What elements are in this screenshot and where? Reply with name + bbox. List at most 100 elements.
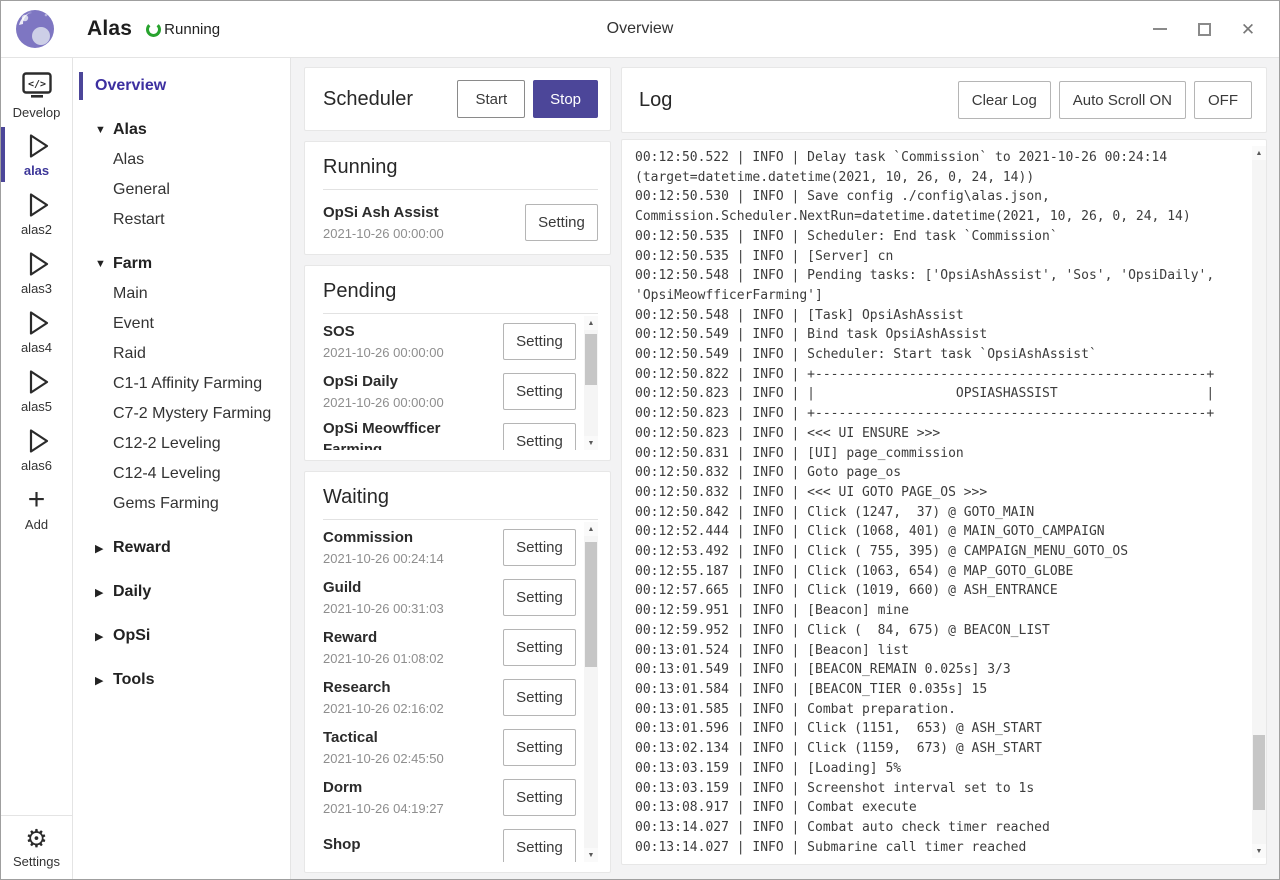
running-spinner-icon xyxy=(146,22,161,37)
task-setting-button[interactable]: Setting xyxy=(503,629,576,666)
log-line: 00:12:50.822 | INFO | +-----------------… xyxy=(635,365,1252,385)
nav-item[interactable]: ▶ Tools xyxy=(79,666,290,694)
rail-item-alas4[interactable]: alas4 xyxy=(1,302,72,361)
task-row: Tactical 2021-10-26 02:45:50 Setting xyxy=(323,722,576,772)
add-instance-button[interactable]: + Add xyxy=(1,479,72,538)
pending-scrollbar[interactable]: ▲ ▼ xyxy=(584,316,598,450)
log-line: 00:13:01.596 | INFO | Click (1151, 653) … xyxy=(635,719,1252,739)
task-next-run-time: 2021-10-26 00:24:14 xyxy=(323,551,495,566)
log-line: Commission.Scheduler.NextRun=datetime.da… xyxy=(635,207,1252,227)
start-button[interactable]: Start xyxy=(457,80,525,118)
log-line: 00:13:03.159 | INFO | Screenshot interva… xyxy=(635,779,1252,799)
task-setting-button[interactable]: Setting xyxy=(503,423,576,451)
nav-item[interactable]: Alas xyxy=(79,146,290,174)
nav-item[interactable]: C1-1 Affinity Farming xyxy=(79,370,290,398)
close-icon: ✕ xyxy=(1241,21,1255,38)
log-scrollbar[interactable]: ▲ ▼ xyxy=(1252,146,1266,858)
task-row: OpSi Ash Assist 2021-10-26 00:00:00 Sett… xyxy=(323,192,598,244)
task-setting-button[interactable]: Setting xyxy=(503,779,576,816)
task-name: Shop xyxy=(323,835,495,855)
task-setting-button[interactable]: Setting xyxy=(503,529,576,566)
scroll-thumb[interactable] xyxy=(1253,735,1265,810)
nav-item[interactable]: ▼ Alas xyxy=(79,116,290,144)
scroll-thumb[interactable] xyxy=(585,542,597,667)
scroll-track[interactable] xyxy=(1252,160,1266,844)
nav-item[interactable]: ▶ Reward xyxy=(79,534,290,562)
divider xyxy=(323,519,598,520)
task-name: SOS xyxy=(323,322,495,342)
minimize-button[interactable] xyxy=(1145,14,1175,44)
rail-item-develop[interactable]: </> Develop xyxy=(1,66,72,125)
rail-item-alas5[interactable]: alas5 xyxy=(1,361,72,420)
task-setting-button[interactable]: Setting xyxy=(525,204,598,241)
scroll-up-arrow[interactable]: ▲ xyxy=(584,316,598,330)
scroll-track[interactable] xyxy=(584,330,598,436)
waiting-title: Waiting xyxy=(323,486,598,509)
play-icon xyxy=(22,308,52,338)
nav-item-label: C12-4 Leveling xyxy=(113,465,221,483)
nav-item[interactable]: Gems Farming xyxy=(79,490,290,518)
nav-item[interactable]: Raid xyxy=(79,340,290,368)
close-button[interactable]: ✕ xyxy=(1233,14,1263,44)
log-line: 00:12:50.548 | INFO | [Task] OpsiAshAssi… xyxy=(635,306,1252,326)
stop-button[interactable]: Stop xyxy=(533,80,598,118)
scroll-thumb[interactable] xyxy=(585,334,597,385)
nav-item[interactable]: ▶ Daily xyxy=(79,578,290,606)
auto-scroll-on-button[interactable]: Auto Scroll ON xyxy=(1059,81,1186,119)
scroll-down-arrow[interactable]: ▼ xyxy=(584,848,598,862)
maximize-icon xyxy=(1198,23,1211,36)
task-setting-button[interactable]: Setting xyxy=(503,579,576,616)
nav-item[interactable]: C12-2 Leveling xyxy=(79,430,290,458)
rail-item-label: Develop xyxy=(13,105,61,120)
scheduler-title: Scheduler xyxy=(323,88,457,111)
nav-item[interactable]: Main xyxy=(79,280,290,308)
rail-item-alas6[interactable]: alas6 xyxy=(1,420,72,479)
nav-item[interactable]: Restart xyxy=(79,206,290,234)
scroll-up-arrow[interactable]: ▲ xyxy=(1252,146,1266,160)
task-setting-button[interactable]: Setting xyxy=(503,323,576,360)
play-icon xyxy=(22,249,52,279)
scroll-down-arrow[interactable]: ▼ xyxy=(584,436,598,450)
nav-item-label: Restart xyxy=(113,211,165,229)
task-info: Tactical 2021-10-26 02:45:50 xyxy=(323,728,503,766)
nav-menu: Overview ▼ Alas Alas General Restart ▼ F… xyxy=(73,58,291,879)
rail-item-alas3[interactable]: alas3 xyxy=(1,243,72,302)
task-setting-button[interactable]: Setting xyxy=(503,829,576,863)
log-line: 00:12:59.951 | INFO | [Beacon] mine xyxy=(635,601,1252,621)
waiting-scrollbar[interactable]: ▲ ▼ xyxy=(584,522,598,862)
app-window: Alas Running Overview ✕ </> Deve xyxy=(0,0,1280,880)
rail-item-alas[interactable]: alas xyxy=(1,125,72,184)
nav-item-label: Daily xyxy=(113,583,151,601)
scroll-down-arrow[interactable]: ▼ xyxy=(1252,844,1266,858)
nav-item[interactable]: General xyxy=(79,176,290,204)
nav-item[interactable]: Event xyxy=(79,310,290,338)
nav-item[interactable]: ▶ OpSi xyxy=(79,622,290,650)
nav-item[interactable]: C12-4 Leveling xyxy=(79,460,290,488)
scroll-track[interactable] xyxy=(584,536,598,848)
rail-item-alas2[interactable]: alas2 xyxy=(1,184,72,243)
rail-item-label: alas2 xyxy=(21,222,52,237)
running-task-list: OpSi Ash Assist 2021-10-26 00:00:00 Sett… xyxy=(323,190,598,244)
rail-item-label: Add xyxy=(25,517,48,532)
nav-item-label: Alas xyxy=(113,151,144,169)
scroll-up-arrow[interactable]: ▲ xyxy=(584,522,598,536)
task-setting-button[interactable]: Setting xyxy=(503,679,576,716)
task-next-run-time: 2021-10-26 00:31:03 xyxy=(323,601,495,616)
auto-scroll-off-button[interactable]: OFF xyxy=(1194,81,1252,119)
log-output[interactable]: 00:12:50.522 | INFO | Delay task `Commis… xyxy=(635,146,1252,858)
nav-arrow-icon: ▶ xyxy=(95,586,113,599)
task-row: OpSi Meowfficer Farming Setting xyxy=(323,416,576,450)
log-line: 00:13:01.549 | INFO | [BEACON_REMAIN 0.0… xyxy=(635,660,1252,680)
task-setting-button[interactable]: Setting xyxy=(503,373,576,410)
task-info: Guild 2021-10-26 00:31:03 xyxy=(323,578,503,616)
nav-item[interactable]: ▼ Farm xyxy=(79,250,290,278)
maximize-button[interactable] xyxy=(1189,14,1219,44)
nav-item[interactable]: Overview xyxy=(79,72,290,100)
clear-log-button[interactable]: Clear Log xyxy=(958,81,1051,119)
rail-item-label: Settings xyxy=(13,854,60,869)
divider xyxy=(323,313,598,314)
settings-button[interactable]: ⚙ Settings xyxy=(1,815,72,879)
log-line: 00:12:50.549 | INFO | Bind task OpsiAshA… xyxy=(635,325,1252,345)
task-setting-button[interactable]: Setting xyxy=(503,729,576,766)
nav-item[interactable]: C7-2 Mystery Farming xyxy=(79,400,290,428)
